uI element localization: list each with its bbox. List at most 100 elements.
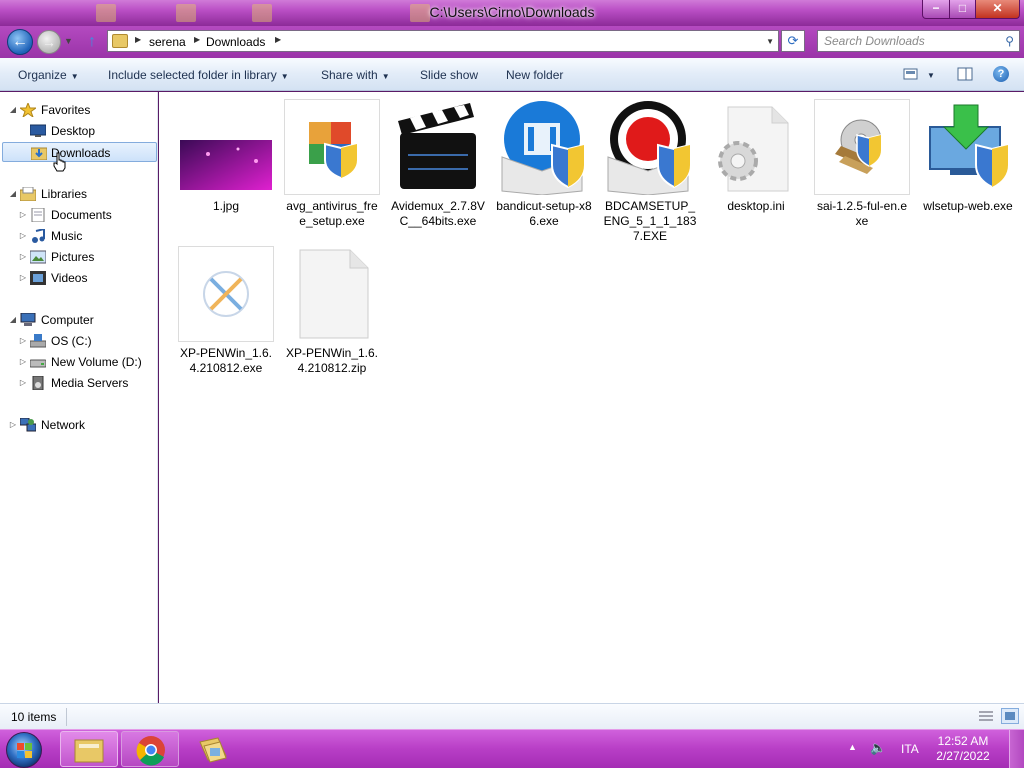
close-button[interactable]: ✕ (975, 0, 1020, 19)
expand-triangle-icon[interactable]: ▷ (18, 226, 28, 246)
file-item[interactable]: XP-PENWin_1.6.4.210812.exe (176, 246, 276, 376)
sidebar-item-new-volume-d[interactable]: ▷ New Volume (D:) (20, 352, 150, 372)
chevron-down-icon: ▼ (280, 72, 289, 81)
file-item[interactable]: BDCAMSETUP_ENG_5_1_1_1837.EXE (600, 99, 700, 244)
sidebar-item-pictures[interactable]: ▷ Pictures (20, 247, 150, 267)
sidebar-item-favorites[interactable]: ◢ Favorites (8, 100, 148, 120)
breadcrumb-chevron-icon[interactable]: ▶ (194, 35, 200, 44)
desktop-icon (29, 124, 47, 138)
sidebar-item-os-c[interactable]: ▷ OS (C:) (20, 331, 150, 351)
sidebar-item-music[interactable]: ▷ Music (20, 226, 150, 246)
navigation-bar: ← → ▼ ↑ ▶ serena ▶ Downloads ▶ ▼ ⟳ ⚲ (0, 26, 1024, 58)
breadcrumb-serena[interactable]: serena (149, 35, 186, 49)
expand-triangle-icon[interactable]: ▷ (8, 415, 18, 435)
up-arrow-icon[interactable]: ↑ (88, 33, 96, 51)
expand-triangle-icon[interactable]: ▷ (18, 268, 28, 288)
clock[interactable]: 12:52 AM 2/27/2022 (930, 734, 996, 764)
expand-triangle-icon[interactable]: ▷ (18, 373, 28, 393)
chevron-down-icon: ▼ (70, 72, 79, 81)
preview-pane-icon[interactable] (957, 67, 973, 81)
folder-icon (112, 34, 128, 48)
refresh-button[interactable]: ⟳ (781, 30, 805, 52)
volume-icon[interactable]: 🔈 (870, 740, 886, 756)
slide-show-button[interactable]: Slide show (420, 68, 478, 82)
file-name: BDCAMSETUP_ENG_5_1_1_1837.EXE (603, 199, 697, 243)
breadcrumb-chevron-icon[interactable]: ▶ (275, 35, 281, 44)
maximize-button[interactable]: □ (949, 0, 976, 19)
expand-triangle-icon[interactable]: ▷ (18, 352, 28, 372)
chrome-taskbar-button[interactable] (121, 731, 179, 767)
sidebar-item-media-servers[interactable]: ▷ Media Servers (20, 373, 150, 393)
file-item[interactable]: avg_antivirus_free_setup.exe (282, 99, 382, 229)
expand-triangle-icon[interactable]: ▷ (18, 331, 28, 351)
file-item[interactable]: sai-1.2.5-ful-en.exe (812, 99, 912, 229)
command-bar: Organize ▼ Include selected folder in lib… (0, 58, 1024, 91)
clapperboard-icon (390, 99, 486, 195)
documents-icon (30, 207, 46, 223)
show-hidden-icons-icon[interactable]: ▲ (848, 742, 857, 752)
avg-installer-icon (284, 99, 380, 195)
change-view-icon[interactable] (903, 67, 919, 81)
minimize-button[interactable]: − (922, 0, 950, 19)
collapse-triangle-icon[interactable]: ◢ (8, 184, 18, 204)
search-input[interactable] (824, 34, 994, 48)
organize-menu[interactable]: Organize ▼ (18, 68, 79, 82)
file-item[interactable]: bandicut-setup-x86.exe (494, 99, 594, 229)
sidebar-item-network[interactable]: ▷ Network (8, 415, 148, 435)
breadcrumb-downloads[interactable]: Downloads (206, 35, 265, 49)
sidebar-item-downloads[interactable]: Downloads (2, 142, 157, 162)
explorer-taskbar-button[interactable] (60, 731, 118, 767)
start-button[interactable] (6, 732, 42, 768)
sidebar-item-computer[interactable]: ◢ Computer (8, 310, 148, 330)
sidebar-item-desktop[interactable]: Desktop (20, 121, 150, 141)
file-name: avg_antivirus_free_setup.exe (286, 199, 378, 228)
sidebar-item-videos[interactable]: ▷ Videos (20, 268, 150, 288)
large-icons-view-icon[interactable] (1001, 708, 1019, 724)
file-item[interactable]: desktop.ini (706, 99, 806, 214)
sidebar-item-libraries[interactable]: ◢ Libraries (8, 184, 148, 204)
recent-pages-dropdown-icon[interactable]: ▼ (64, 36, 73, 46)
sidebar-label: Media Servers (51, 376, 129, 390)
address-bar[interactable]: ▶ serena ▶ Downloads ▶ ▼ (107, 30, 779, 52)
file-explorer-icon (74, 739, 104, 763)
back-button[interactable]: ← (7, 29, 33, 55)
file-list: 1.jpg avg_antivirus_free_setup.exe Avide… (159, 92, 1024, 703)
show-desktop-button[interactable] (1009, 730, 1024, 768)
sidebar-item-documents[interactable]: ▷ Documents (20, 205, 150, 225)
sidebar-label: Network (41, 418, 86, 432)
clock-time: 12:52 AM (937, 734, 989, 748)
search-box[interactable]: ⚲ (817, 30, 1020, 52)
search-icon[interactable]: ⚲ (1005, 34, 1014, 48)
libraries-icon (19, 186, 37, 202)
folders-taskbar-icon[interactable] (196, 736, 230, 764)
file-item[interactable]: wlsetup-web.exe (918, 99, 1018, 214)
include-in-library-menu[interactable]: Include selected folder in library ▼ (108, 68, 289, 82)
organize-label: Organize (18, 68, 67, 82)
share-with-menu[interactable]: Share with ▼ (321, 68, 390, 82)
input-language[interactable]: ITA (901, 742, 919, 756)
windows-live-installer-icon (920, 99, 1016, 195)
collapse-triangle-icon[interactable]: ◢ (8, 310, 18, 330)
network-icon (19, 417, 37, 432)
sidebar-label: Music (51, 229, 83, 243)
address-dropdown-icon[interactable]: ▼ (766, 37, 774, 46)
include-label: Include selected folder in library (108, 68, 277, 82)
pictures-icon (29, 250, 47, 264)
sidebar-label: New Volume (D:) (51, 355, 142, 369)
breadcrumb-chevron-icon[interactable]: ▶ (135, 35, 141, 44)
collapse-triangle-icon[interactable]: ◢ (8, 100, 18, 120)
clock-date: 2/27/2022 (936, 749, 990, 763)
file-item[interactable]: Avidemux_2.7.8VC__64bits.exe (388, 99, 488, 229)
help-button[interactable]: ? (993, 66, 1009, 82)
file-item[interactable]: 1.jpg (176, 99, 276, 214)
new-folder-button[interactable]: New folder (506, 68, 563, 82)
details-view-icon[interactable] (978, 709, 994, 723)
expand-triangle-icon[interactable]: ▷ (18, 247, 28, 267)
forward-button[interactable]: → (37, 30, 61, 54)
sidebar-label: Pictures (51, 250, 95, 264)
sidebar-label: Libraries (41, 187, 88, 201)
expand-triangle-icon[interactable]: ▷ (18, 205, 28, 225)
computer-icon (20, 312, 36, 327)
view-options-dropdown-icon[interactable]: ▼ (927, 67, 935, 81)
file-item[interactable]: XP-PENWin_1.6.4.210812.zip (282, 246, 382, 376)
